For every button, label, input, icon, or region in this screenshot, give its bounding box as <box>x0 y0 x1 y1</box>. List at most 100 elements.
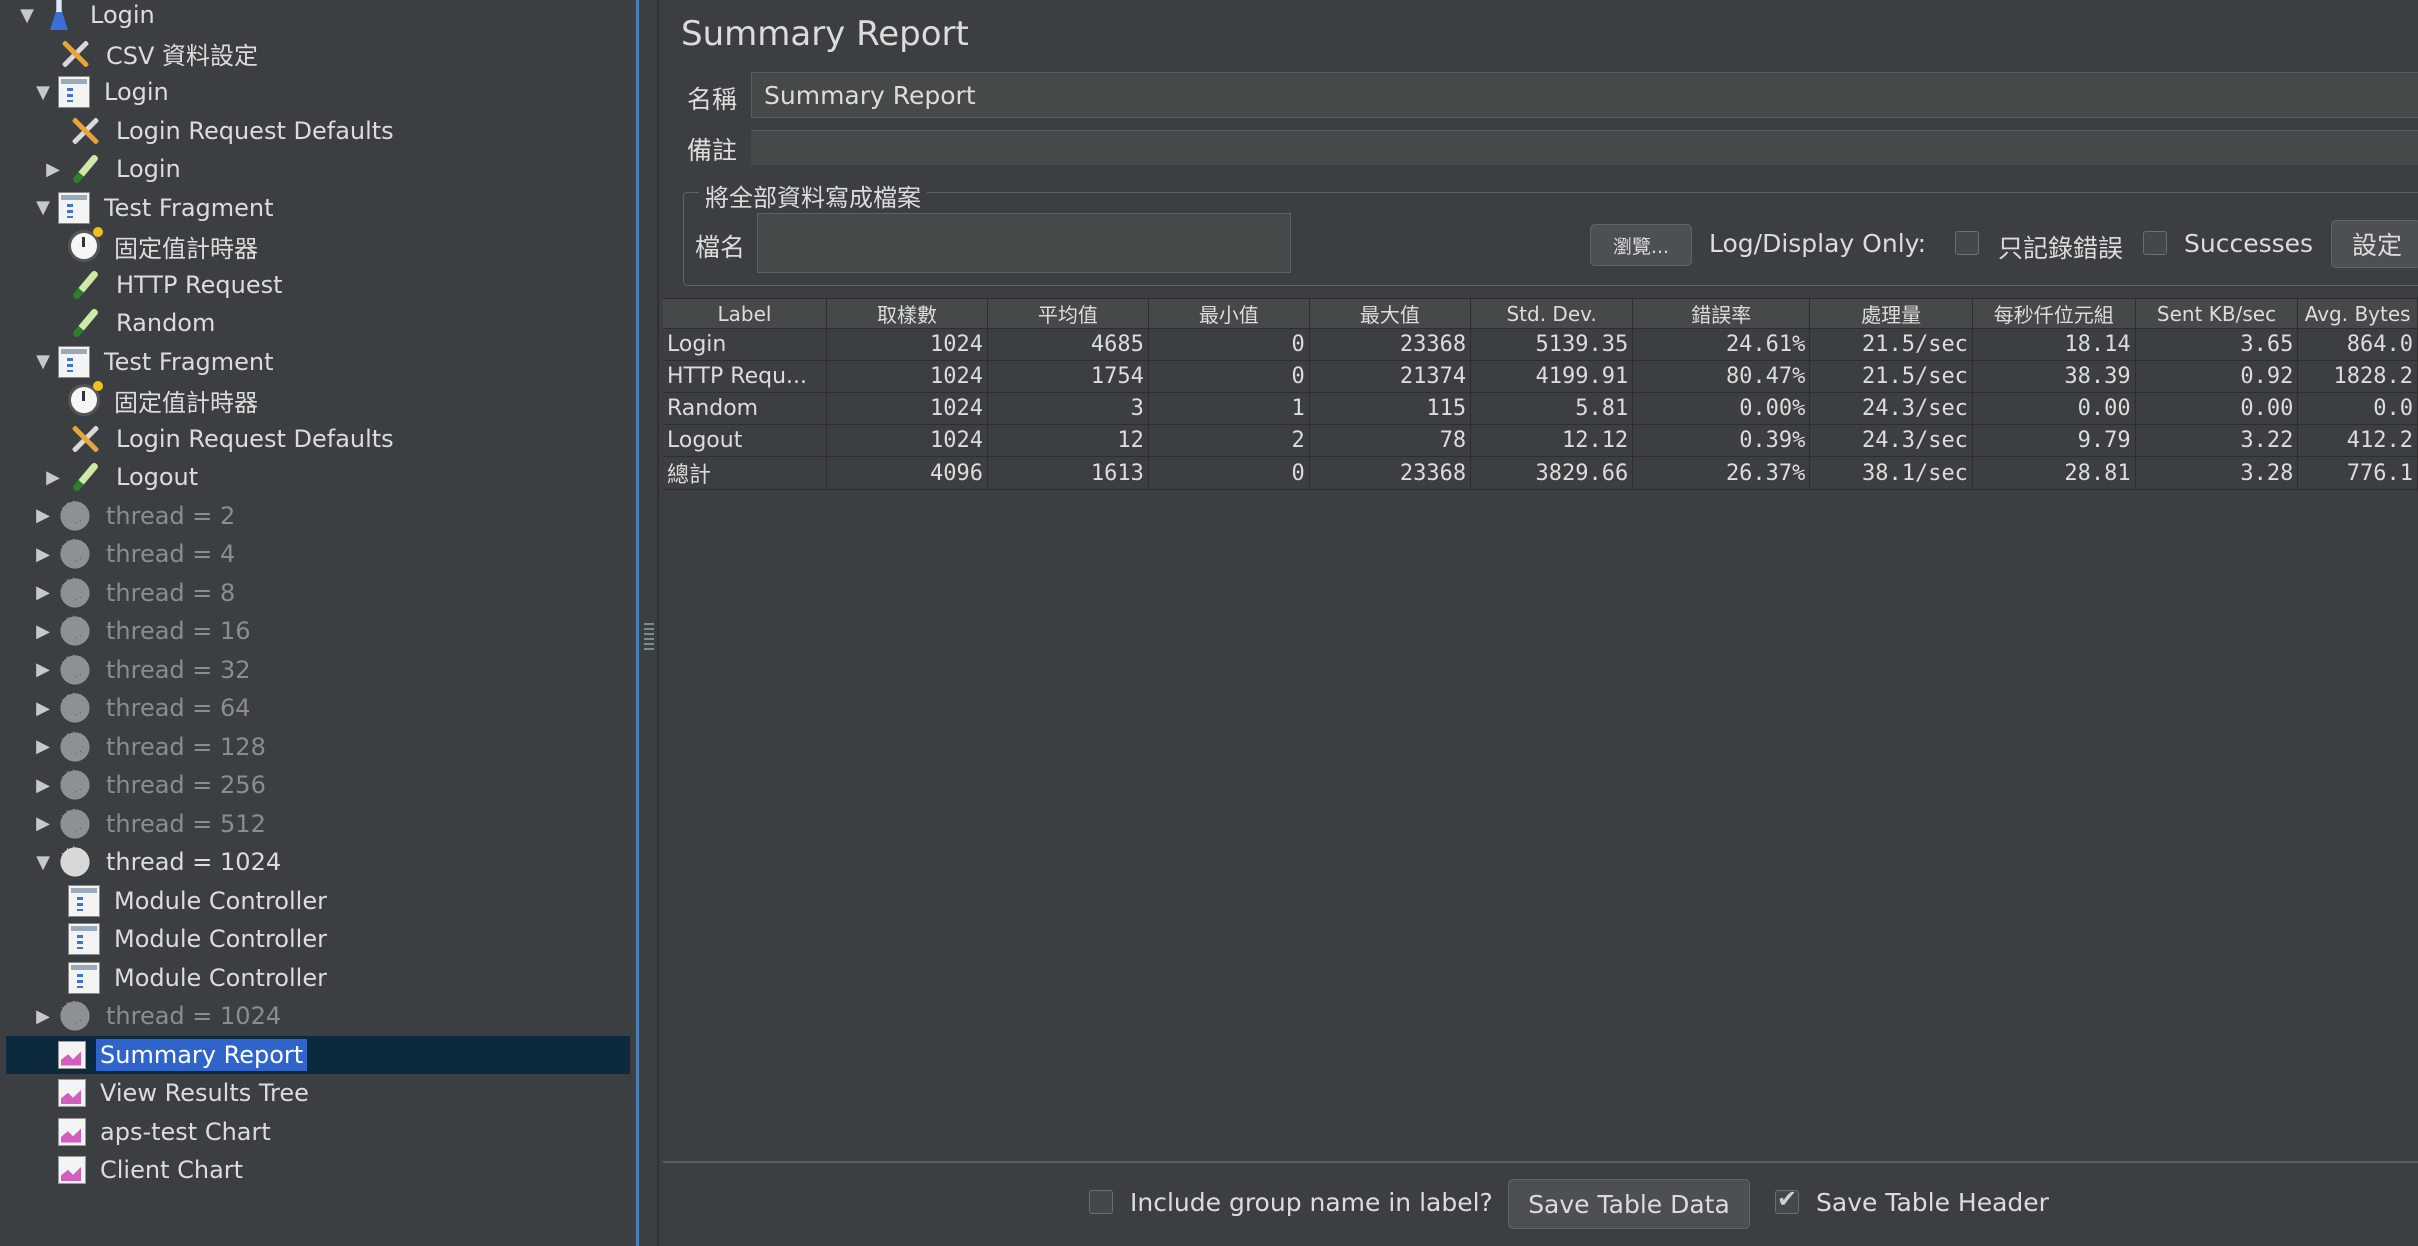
expand-arrow-icon[interactable]: ▼ <box>16 5 38 26</box>
collapse-arrow-icon[interactable]: ▶ <box>42 467 64 488</box>
tree-node[interactable]: ▶ thread = 32 <box>32 647 255 691</box>
table-cell[interactable]: 38.1/sec <box>1809 456 1973 490</box>
table-cell[interactable]: 9.79 <box>1972 424 2136 457</box>
collapse-arrow-icon[interactable]: ▶ <box>32 621 54 642</box>
include-group-name-checkbox[interactable] <box>1089 1190 1113 1214</box>
table-cell[interactable]: 5139.35 <box>1470 328 1634 361</box>
expand-arrow-icon[interactable]: ▼ <box>32 82 54 103</box>
expand-arrow-icon[interactable]: ▼ <box>32 852 54 873</box>
column-header[interactable]: 取樣數 <box>826 299 988 329</box>
table-cell[interactable]: 總計 <box>663 456 828 490</box>
expand-arrow-icon[interactable]: ▼ <box>32 197 54 218</box>
collapse-arrow-icon[interactable]: ▶ <box>32 582 54 603</box>
tree-node[interactable]: 固定值計時器 <box>42 227 262 265</box>
table-cell[interactable]: 21.5/sec <box>1809 360 1973 393</box>
collapse-arrow-icon[interactable]: ▶ <box>32 544 54 565</box>
errors-only-checkbox[interactable] <box>1955 231 1979 255</box>
tree-node[interactable]: 固定值計時器 <box>42 381 262 419</box>
expand-arrow-icon[interactable]: ▼ <box>32 351 54 372</box>
table-cell[interactable]: 4199.91 <box>1470 360 1634 393</box>
name-field[interactable]: Summary Report <box>751 72 2418 118</box>
table-cell[interactable]: 18.14 <box>1972 328 2136 361</box>
column-header[interactable]: 平均值 <box>987 299 1149 329</box>
tree-node[interactable]: ▶ Logout <box>42 458 202 496</box>
collapse-arrow-icon[interactable]: ▶ <box>42 159 64 180</box>
tree-node[interactable]: ▶ thread = 8 <box>32 570 239 614</box>
table-row[interactable]: Random 1024 3 1 115 5.81 0.00% 24.3/sec 0.00 0.00… <box>663 392 2418 425</box>
table-cell[interactable]: 78 <box>1309 424 1472 457</box>
table-cell[interactable]: 1754 <box>987 360 1149 393</box>
settings-button[interactable]: 設定 <box>2331 220 2418 268</box>
split-pane-divider[interactable] <box>639 0 659 1246</box>
table-cell[interactable]: 21374 <box>1309 360 1472 393</box>
column-header[interactable]: Label <box>663 299 828 329</box>
column-header[interactable]: 最小值 <box>1148 299 1310 329</box>
browse-button[interactable]: 瀏覽... <box>1590 224 1692 266</box>
collapse-arrow-icon[interactable]: ▶ <box>32 698 54 719</box>
table-cell[interactable]: 12.12 <box>1470 424 1634 457</box>
table-cell[interactable]: 0 <box>1148 328 1310 361</box>
table-cell[interactable]: 412.2 <box>2297 424 2418 457</box>
collapse-arrow-icon[interactable]: ▶ <box>32 736 54 757</box>
tree-node[interactable]: CSV 資料設定 <box>32 35 262 73</box>
table-cell[interactable]: 1 <box>1148 392 1310 425</box>
column-header[interactable]: 處理量 <box>1809 299 1973 329</box>
results-table[interactable]: Label 取樣數 平均值 最小值 最大值 Std. Dev. 錯誤率 處理量 每秒仟位元組 Se… <box>663 299 2418 490</box>
table-cell[interactable]: 26.37% <box>1632 456 1811 490</box>
tree-node[interactable]: ▼ thread = 1024 <box>32 839 285 883</box>
table-cell[interactable]: 0.0 <box>2297 392 2418 425</box>
table-cell[interactable]: Logout <box>663 424 828 457</box>
column-header[interactable]: 最大值 <box>1309 299 1472 329</box>
table-cell[interactable]: HTTP Requ... <box>663 360 828 393</box>
table-cell[interactable]: 864.0 <box>2297 328 2418 361</box>
table-cell[interactable]: 115 <box>1309 392 1472 425</box>
tree-node[interactable]: Random <box>42 304 219 342</box>
table-row[interactable]: Login 1024 4685 0 23368 5139.35 24.61% 21.5/sec… <box>663 328 2418 361</box>
table-cell[interactable]: 24.61% <box>1632 328 1811 361</box>
tree-node[interactable]: ▼ Test Fragment <box>32 189 278 227</box>
table-cell[interactable]: 24.3/sec <box>1809 392 1973 425</box>
table-cell[interactable]: 24.3/sec <box>1809 424 1973 457</box>
table-cell[interactable]: 3 <box>987 392 1149 425</box>
table-cell[interactable]: 3.65 <box>2135 328 2299 361</box>
table-cell[interactable]: 3.22 <box>2135 424 2299 457</box>
table-cell[interactable]: 0.92 <box>2135 360 2299 393</box>
table-cell[interactable]: 3.28 <box>2135 456 2299 490</box>
tree-node[interactable]: Client Chart <box>32 1151 247 1189</box>
column-header[interactable]: 錯誤率 <box>1632 299 1811 329</box>
table-cell[interactable]: 1024 <box>826 328 988 361</box>
table-cell[interactable]: 4096 <box>826 456 988 490</box>
table-cell[interactable]: 5.81 <box>1470 392 1634 425</box>
table-cell[interactable]: 1024 <box>826 392 988 425</box>
tree-node[interactable]: HTTP Request <box>42 266 287 304</box>
table-cell[interactable]: 776.1 <box>2297 456 2418 490</box>
comment-field[interactable] <box>751 130 2418 165</box>
tree-node[interactable]: ▶ thread = 512 <box>32 801 270 845</box>
table-cell[interactable]: 38.39 <box>1972 360 2136 393</box>
table-cell[interactable]: 1613 <box>987 456 1149 490</box>
collapse-arrow-icon[interactable]: ▶ <box>32 505 54 526</box>
tree-node[interactable]: View Results Tree <box>32 1074 313 1112</box>
divider-grip[interactable] <box>644 620 654 650</box>
tree-node[interactable]: aps-test Chart <box>32 1113 275 1151</box>
tree-node[interactable]: Login Request Defaults <box>42 112 398 150</box>
table-cell[interactable]: 3829.66 <box>1470 456 1634 490</box>
test-plan-tree[interactable]: ▼ Login CSV 資料設定 ▼ Login Login Request Defaul… <box>0 0 636 1246</box>
tree-node[interactable]: ▼ Login <box>32 73 173 111</box>
table-cell[interactable]: Login <box>663 328 828 361</box>
tree-node[interactable]: ▶ thread = 64 <box>32 685 255 729</box>
table-cell[interactable]: 0.00 <box>2135 392 2299 425</box>
tree-node[interactable]: ▶ Login <box>42 150 185 188</box>
table-cell[interactable]: 21.5/sec <box>1809 328 1973 361</box>
tree-node[interactable]: Module Controller <box>42 920 331 958</box>
table-cell[interactable]: Random <box>663 392 828 425</box>
table-cell[interactable]: 0.00% <box>1632 392 1811 425</box>
table-cell[interactable]: 0 <box>1148 456 1310 490</box>
table-cell[interactable]: 23368 <box>1309 328 1472 361</box>
filename-input[interactable] <box>757 213 1291 273</box>
collapse-arrow-icon[interactable]: ▶ <box>32 775 54 796</box>
table-row[interactable]: HTTP Requ... 1024 1754 0 21374 4199.91 80.47% 2… <box>663 360 2418 393</box>
column-header[interactable]: Sent KB/sec <box>2135 299 2299 329</box>
table-cell[interactable]: 2 <box>1148 424 1310 457</box>
tree-node[interactable]: ▶ thread = 128 <box>32 724 270 768</box>
